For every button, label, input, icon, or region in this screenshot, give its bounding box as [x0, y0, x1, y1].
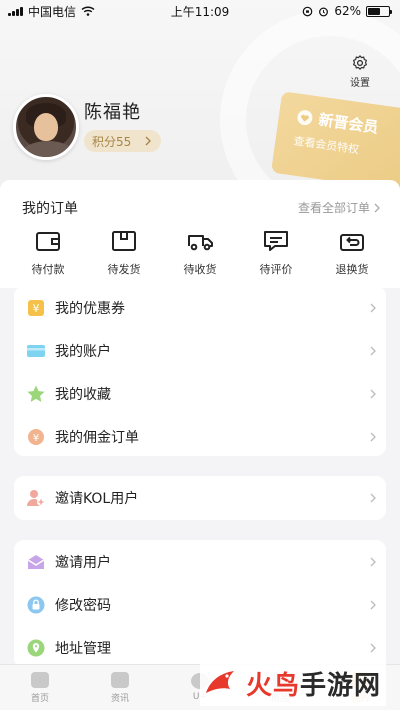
- menu-invite-users[interactable]: 邀请用户: [14, 540, 386, 583]
- view-all-orders-link[interactable]: 查看全部订单: [298, 199, 380, 216]
- chevron-right-icon: [370, 432, 376, 441]
- watermark: 火鸟手游网: [200, 660, 386, 706]
- news-icon: [111, 671, 129, 688]
- avatar[interactable]: [13, 94, 79, 160]
- coupon-icon: ¥: [26, 298, 46, 318]
- card-icon: [26, 341, 46, 361]
- comment-icon: [264, 231, 288, 251]
- carrier: 中国电信: [28, 4, 77, 19]
- tab-news[interactable]: 资讯: [90, 671, 150, 704]
- member-title: 新晋会员: [317, 110, 380, 137]
- battery-percent: 62%: [334, 4, 361, 18]
- envelope-icon: [26, 552, 46, 572]
- order-pending-payment[interactable]: 待付款: [16, 230, 80, 277]
- menu-account[interactable]: 我的账户: [14, 329, 386, 372]
- settings-button[interactable]: 设置: [340, 54, 380, 89]
- order-pending-shipment[interactable]: 待发货: [92, 230, 156, 277]
- chevron-right-icon: [370, 493, 376, 502]
- menu-coupons[interactable]: ¥ 我的优惠券: [14, 286, 386, 329]
- order-returns[interactable]: 退换货: [320, 230, 384, 277]
- home-icon: [31, 671, 49, 688]
- location-icon: [26, 638, 46, 658]
- profile-header: 设置 陈福艳 积分55 新晋会员 查看会员特权: [0, 0, 400, 200]
- orders-card: 我的订单 查看全部订单 待付款 待发货 待收货 待评价 退换货: [0, 180, 400, 288]
- menu-group-kol: 邀请KOL用户: [14, 476, 386, 520]
- lock-icon: [26, 595, 46, 615]
- package-icon: [112, 231, 136, 251]
- chevron-right-icon: [370, 303, 376, 312]
- status-bar: 中国电信 上午11:09 62%: [0, 0, 400, 22]
- truck-icon: [188, 235, 213, 251]
- settings-label: 设置: [350, 78, 370, 89]
- tab-home[interactable]: 首页: [10, 671, 70, 704]
- username: 陈福艳: [84, 102, 141, 123]
- gear-icon: [353, 55, 367, 70]
- orientation-lock-icon: [303, 6, 313, 16]
- star-icon: [26, 384, 46, 404]
- order-pending-review[interactable]: 待评价: [244, 230, 308, 277]
- svg-text:¥: ¥: [33, 433, 39, 444]
- return-icon: [340, 234, 364, 251]
- chevron-right-icon: [370, 389, 376, 398]
- menu-favorites[interactable]: 我的收藏: [14, 372, 386, 415]
- chevron-right-icon: [370, 643, 376, 652]
- menu-group-settings: 邀请用户 修改密码 地址管理: [14, 540, 386, 668]
- alarm-icon: [319, 7, 329, 16]
- signal-icon: [8, 6, 23, 16]
- chevron-right-icon: [374, 203, 380, 212]
- watermark-text-dark: 手游网: [300, 670, 382, 701]
- user-add-icon: [26, 488, 46, 508]
- chevron-right-icon: [370, 346, 376, 355]
- coin-icon: ¥: [26, 427, 46, 447]
- order-pending-receipt[interactable]: 待收货: [168, 230, 232, 277]
- wifi-icon: [81, 6, 95, 16]
- chevron-right-icon: [145, 136, 152, 146]
- points-badge[interactable]: 积分55: [84, 130, 162, 152]
- watermark-text-red: 火鸟: [246, 670, 301, 701]
- heart-badge-icon: [297, 109, 313, 125]
- menu-group-account: ¥ 我的优惠券 我的账户 我的收藏 ¥ 我的佣金订单: [14, 286, 386, 456]
- points-label: 积分55: [92, 134, 132, 149]
- battery-icon: [366, 5, 392, 17]
- bird-logo-icon: [206, 671, 234, 693]
- menu-commission-orders[interactable]: ¥ 我的佣金订单: [14, 415, 386, 458]
- orders-title: 我的订单: [22, 201, 78, 217]
- wallet-icon: [36, 232, 60, 251]
- svg-text:¥: ¥: [33, 302, 40, 315]
- chevron-right-icon: [370, 557, 376, 566]
- menu-invite-kol[interactable]: 邀请KOL用户: [14, 476, 386, 519]
- menu-change-password[interactable]: 修改密码: [14, 583, 386, 626]
- chevron-right-icon: [370, 600, 376, 609]
